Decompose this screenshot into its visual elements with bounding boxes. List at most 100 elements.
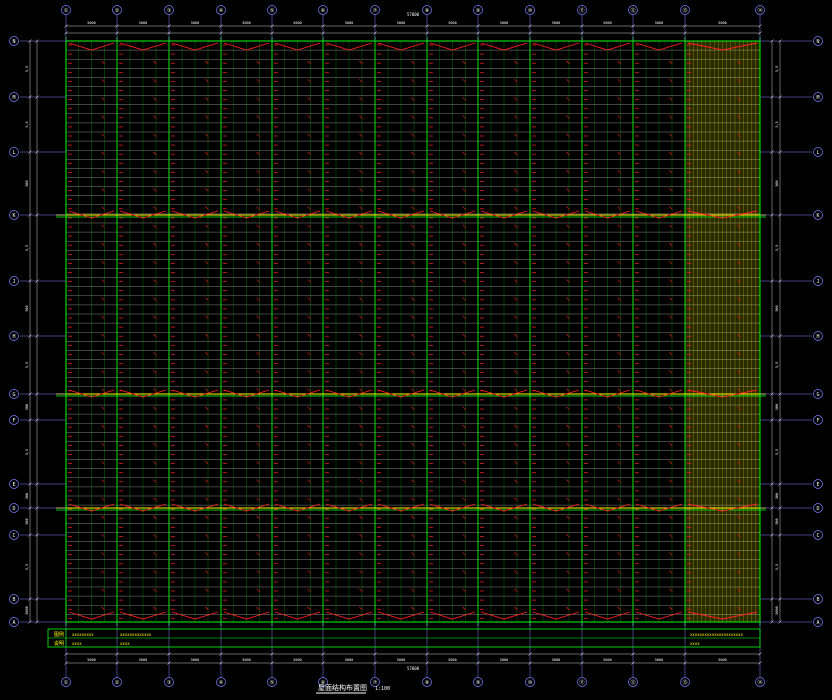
legend-row2-label: 说明 bbox=[54, 640, 64, 647]
right-dimension: 500 bbox=[775, 404, 779, 410]
row-axis-label: G bbox=[816, 392, 819, 398]
column-axis-label: ② bbox=[115, 8, 120, 14]
bottom-bay-dimension: 5000 bbox=[139, 658, 147, 662]
row-axis-label: K bbox=[816, 213, 819, 219]
top-bay-dimension: 5000 bbox=[87, 21, 95, 25]
bottom-bay-dimension: 5000 bbox=[293, 658, 301, 662]
row-axis-label: H bbox=[816, 334, 819, 340]
row-axis-label: B bbox=[816, 597, 819, 603]
row-axis-label: D bbox=[816, 506, 819, 512]
row-axis-label: D bbox=[12, 506, 15, 512]
left-dimension: 500 bbox=[25, 518, 29, 524]
row-axis-label: G bbox=[12, 392, 15, 398]
right-dimension: 5,5 bbox=[775, 245, 779, 251]
row-axis-label: F bbox=[816, 418, 819, 424]
top-bay-dimension: 5000 bbox=[448, 21, 456, 25]
column-axis-label: ⑩ bbox=[528, 680, 533, 686]
right-dimension: 5,5 bbox=[775, 449, 779, 455]
column-axis-label: ⑧ bbox=[425, 8, 430, 14]
legend-row1-note: xxxxxxxxx bbox=[72, 632, 94, 637]
left-dimension: 5,5 bbox=[25, 121, 29, 127]
column-axis-label: ② bbox=[115, 680, 120, 686]
roof-framing-plan: ①①②②③③④④⑤⑤⑥⑥⑦⑦⑧⑧⑨⑨⑩⑩⑪⑪⑫⑫⑬⑬⑭⑭A AB BC CD DE EF F… bbox=[0, 0, 832, 700]
column-axis-label: ③ bbox=[167, 680, 172, 686]
bottom-bay-dimension: 5000 bbox=[191, 658, 199, 662]
right-dimension: 500 bbox=[775, 493, 779, 499]
top-bay-dimension: 5000 bbox=[293, 21, 301, 25]
cad-drawing-canvas[interactable]: ①①②②③③④④⑤⑤⑥⑥⑦⑦⑧⑧⑨⑨⑩⑩⑪⑪⑫⑫⑬⑬⑭⑭AABBCCDDEEFF… bbox=[0, 0, 832, 700]
column-axis-label: ⑫ bbox=[630, 7, 635, 14]
row-axis-label: E bbox=[816, 482, 819, 488]
left-dimension: 500 bbox=[25, 305, 29, 311]
legend-row1-right: xxxxxxxxxxxxxxxxxxxxxx bbox=[690, 632, 744, 637]
column-axis-label: ① bbox=[64, 8, 69, 14]
column-axis-label: ④ bbox=[219, 680, 224, 686]
top-bay-dimension: 5000 bbox=[655, 21, 663, 25]
row-axis-label: L bbox=[12, 150, 15, 156]
row-axis-label: N bbox=[816, 39, 819, 45]
top-bay-dimension: 5000 bbox=[603, 21, 611, 25]
column-axis-label: ⑥ bbox=[321, 8, 326, 14]
left-dimension: 5,5 bbox=[25, 362, 29, 368]
column-axis-label: ⑭ bbox=[757, 7, 762, 14]
right-dimension: 5,5 bbox=[775, 121, 779, 127]
column-axis-label: ④ bbox=[219, 8, 224, 14]
column-axis-label: ⑫ bbox=[630, 679, 635, 686]
top-bay-dimension: 5000 bbox=[718, 21, 726, 25]
left-dimension: 5000 bbox=[25, 606, 29, 614]
column-axis-label: ⑩ bbox=[528, 8, 533, 14]
bottom-bay-dimension: 5000 bbox=[448, 658, 456, 662]
row-axis-label: M bbox=[12, 95, 15, 101]
column-axis-label: ⑪ bbox=[579, 679, 584, 686]
row-axis-label: H bbox=[12, 334, 15, 340]
column-axis-label: ⑦ bbox=[373, 8, 378, 14]
row-axis-label: C bbox=[12, 533, 15, 539]
right-dimension: 5,5 bbox=[775, 66, 779, 72]
column-axis-label: ⑨ bbox=[476, 8, 481, 14]
row-axis-label: L bbox=[816, 150, 819, 156]
row-axis-label: A bbox=[816, 620, 819, 626]
top-overall-dimension: 57000 bbox=[407, 12, 420, 17]
top-bay-dimension: 5000 bbox=[242, 21, 250, 25]
column-axis-label: ⑧ bbox=[425, 680, 430, 686]
left-dimension: 5,5 bbox=[25, 449, 29, 455]
legend-row1-label: 图例 bbox=[54, 631, 64, 638]
bottom-bay-dimension: 5000 bbox=[345, 658, 353, 662]
left-dimension: 500 bbox=[25, 493, 29, 499]
bottom-bay-dimension: 5000 bbox=[242, 658, 250, 662]
row-axis-label: J bbox=[12, 279, 15, 285]
right-dimension: 500 bbox=[775, 180, 779, 186]
column-axis-label: ⑭ bbox=[757, 679, 762, 686]
drawing-title: 屋面结构布置图 bbox=[318, 683, 367, 692]
right-dimension: 500 bbox=[775, 305, 779, 311]
column-axis-label: ⑪ bbox=[579, 7, 584, 14]
right-dimension: 5,5 bbox=[775, 564, 779, 570]
bottom-bay-dimension: 5000 bbox=[500, 658, 508, 662]
left-dimension: 5,5 bbox=[25, 245, 29, 251]
top-bay-dimension: 5000 bbox=[345, 21, 353, 25]
bottom-bay-dimension: 5000 bbox=[718, 658, 726, 662]
drawing-scale: 1:100 bbox=[375, 686, 390, 692]
left-dimension: 5,5 bbox=[25, 564, 29, 570]
top-bay-dimension: 5000 bbox=[139, 21, 147, 25]
top-bay-dimension: 5000 bbox=[397, 21, 405, 25]
column-axis-label: ③ bbox=[167, 8, 172, 14]
row-axis-label: C bbox=[816, 533, 819, 539]
column-axis-label: ⑤ bbox=[270, 8, 275, 14]
right-dimension: 5,5 bbox=[775, 362, 779, 368]
left-dimension: 500 bbox=[25, 404, 29, 410]
bottom-overall-dimension: 57000 bbox=[407, 666, 420, 671]
bottom-bay-dimension: 5000 bbox=[87, 658, 95, 662]
row-axis-label: F bbox=[12, 418, 15, 424]
row-axis-label: M bbox=[816, 95, 819, 101]
column-axis-label: ⑬ bbox=[682, 7, 687, 14]
legend-row1-detail: xxxxxxxxxxxxx bbox=[120, 632, 152, 637]
bottom-bay-dimension: 5000 bbox=[655, 658, 663, 662]
column-axis-label: ① bbox=[64, 680, 69, 686]
legend-row2-right: xxxx bbox=[690, 641, 700, 646]
row-axis-label: K bbox=[12, 213, 15, 219]
left-dimension: 5,5 bbox=[25, 66, 29, 72]
row-axis-label: N bbox=[12, 39, 15, 45]
right-dimension: 500 bbox=[775, 518, 779, 524]
bottom-bay-dimension: 5000 bbox=[603, 658, 611, 662]
